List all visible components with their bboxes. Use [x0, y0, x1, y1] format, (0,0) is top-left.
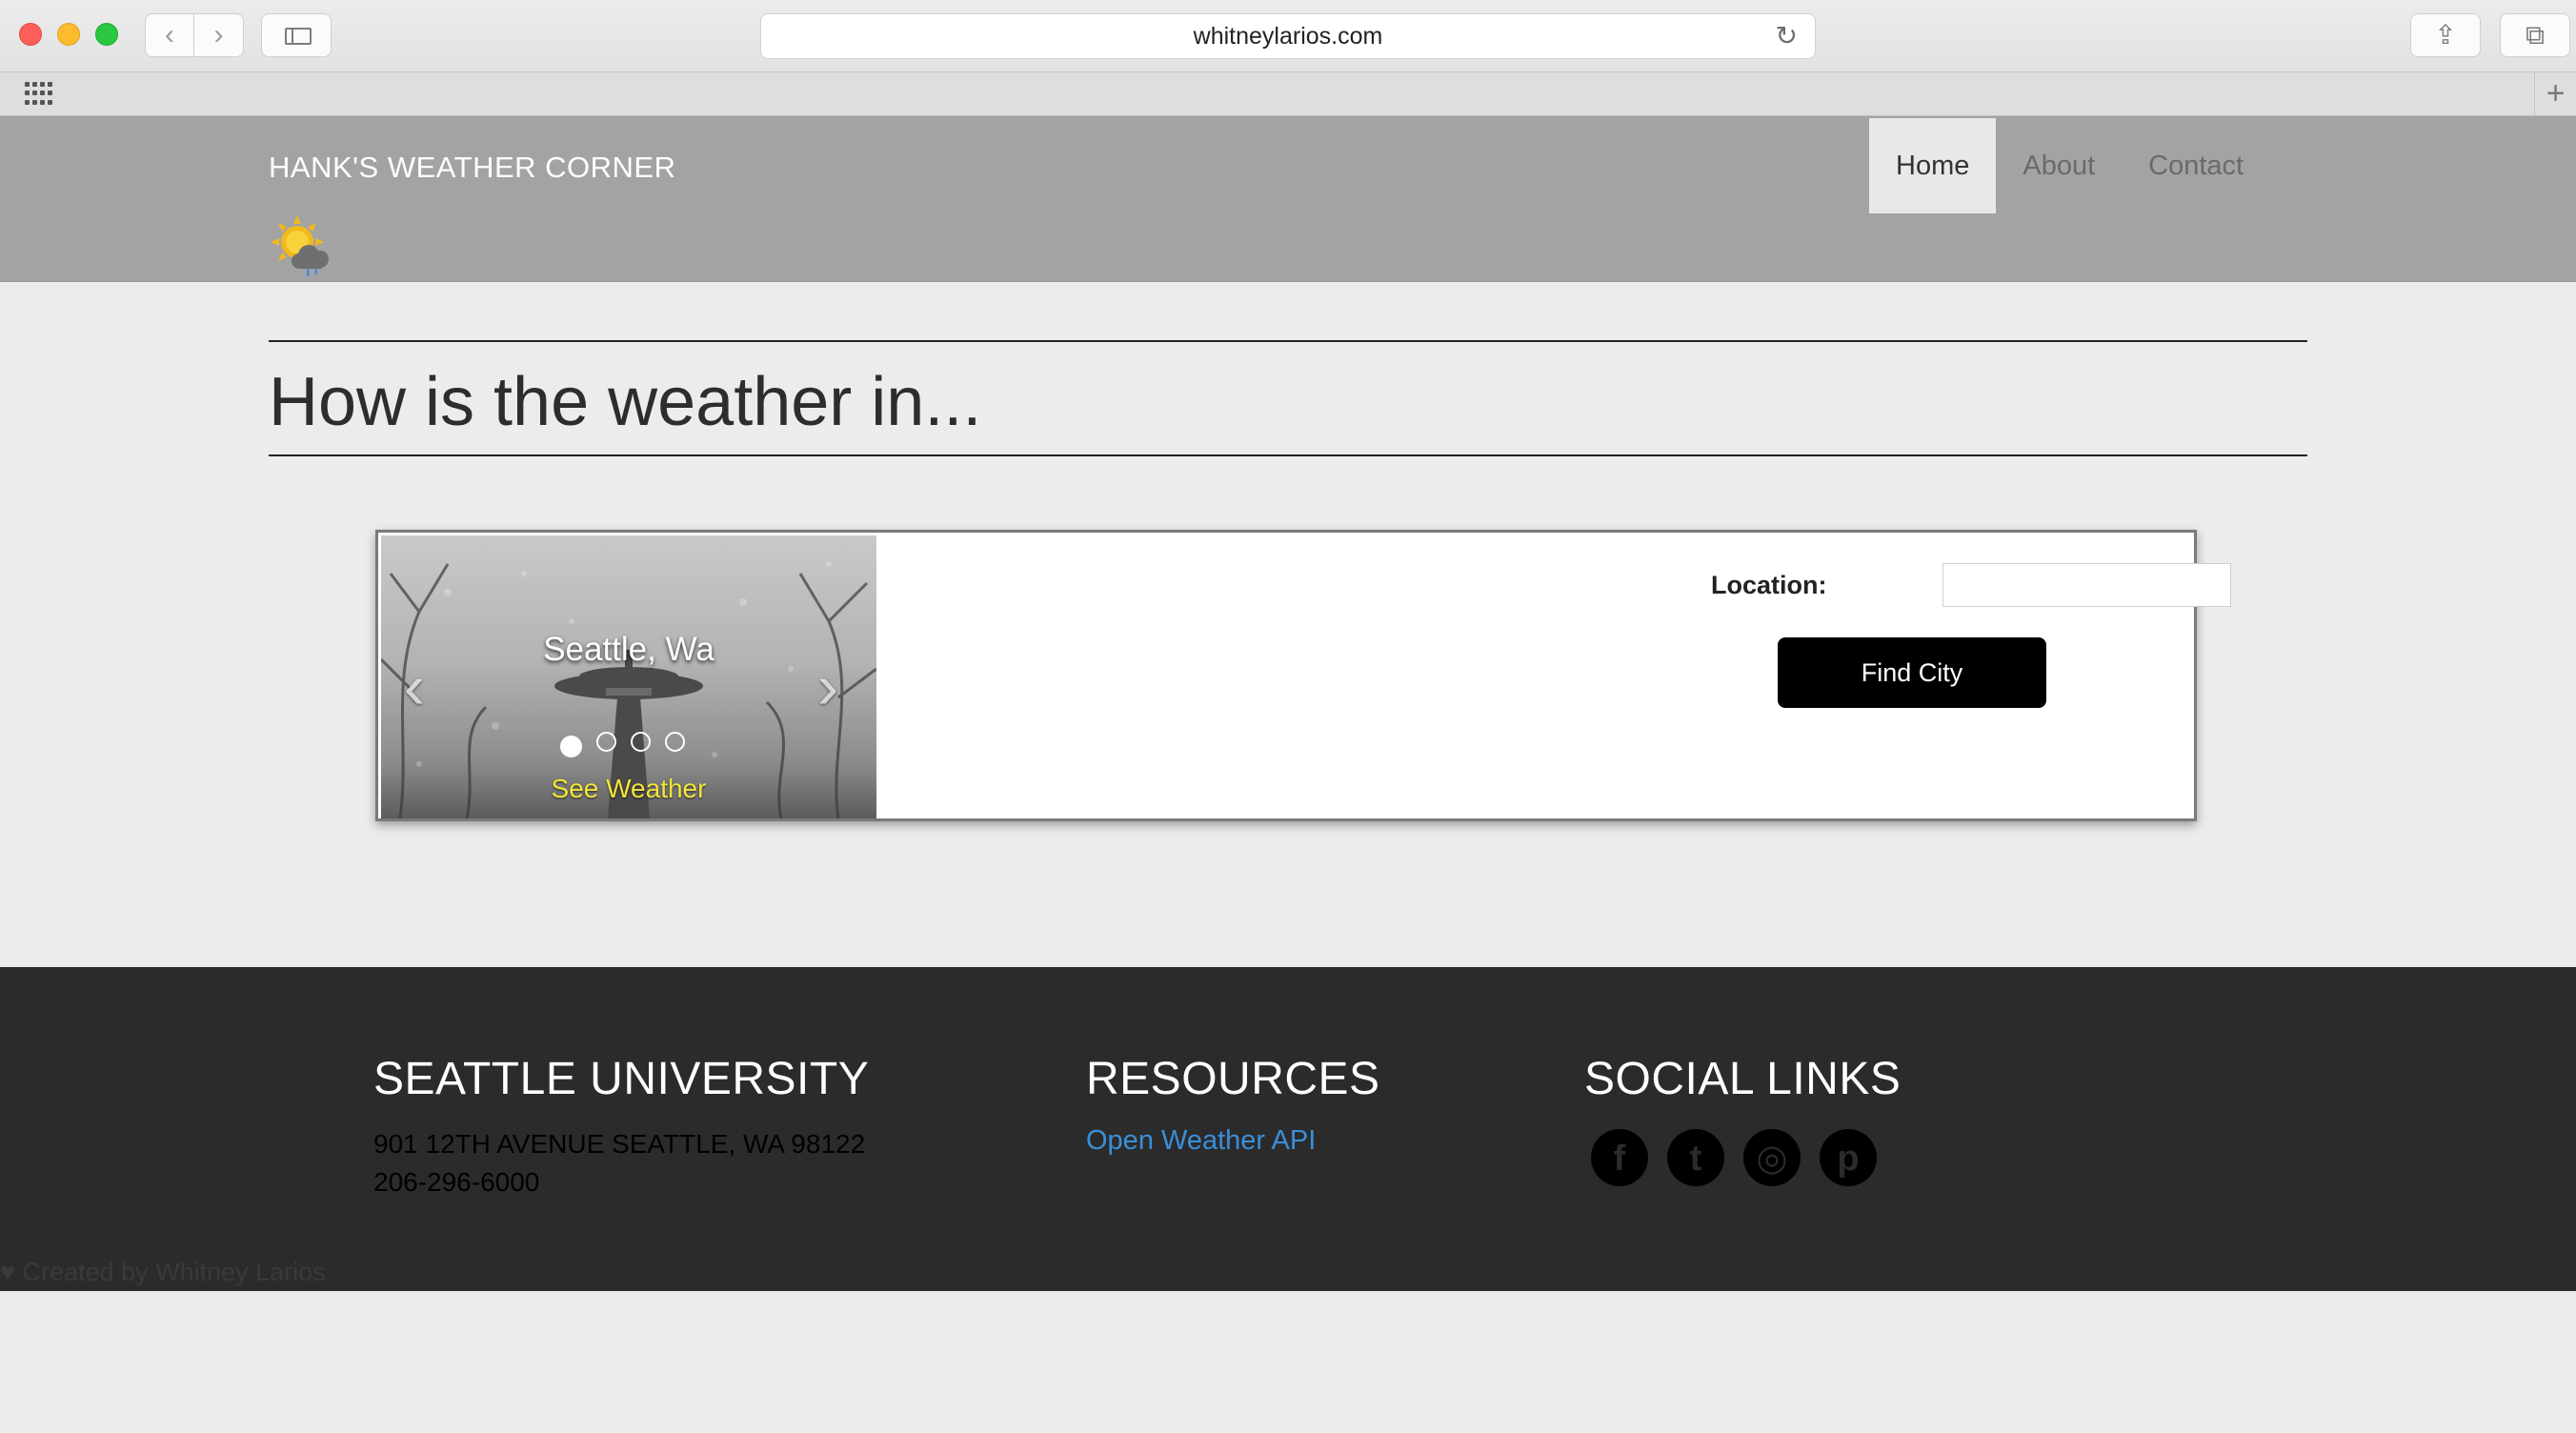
location-form: Location: Find City: [876, 533, 2231, 818]
close-window-button[interactable]: [19, 23, 42, 46]
open-weather-api-link[interactable]: Open Weather API: [1086, 1125, 1316, 1157]
chevron-left-icon: ‹: [404, 651, 425, 721]
footer-address: 901 12TH AVENUE SEATTLE, WA 98122 206-29…: [373, 1125, 865, 1201]
phone-number: 206-296-6000: [373, 1167, 540, 1197]
chevron-left-icon: ‹: [165, 19, 174, 50]
url-text: whitneylarios.com: [1193, 23, 1383, 50]
page-title: How is the weather in...: [269, 364, 982, 440]
nav-contact[interactable]: Contact: [2122, 118, 2270, 213]
new-tab-button[interactable]: +: [2534, 72, 2576, 116]
location-label: Location:: [1711, 571, 1827, 599]
forward-button[interactable]: ›: [194, 13, 244, 57]
tabs-icon: ⧉: [2526, 20, 2545, 50]
carousel-dot-2[interactable]: [596, 732, 616, 752]
share-button[interactable]: ⇪: [2410, 13, 2481, 57]
carousel-next-button[interactable]: ›: [817, 655, 838, 717]
footer-heading-social: SOCIAL LINKS: [1584, 1054, 1902, 1104]
sidebar-toggle-button[interactable]: [261, 13, 332, 57]
share-icon: ⇪: [2434, 20, 2457, 50]
minimize-window-button[interactable]: [57, 23, 80, 46]
weather-widget: Seattle, Wa ‹ › See Weather Location: Fi…: [375, 530, 2231, 821]
bookmarks-bar: +: [0, 72, 2576, 116]
nav-about[interactable]: About: [1996, 118, 2122, 213]
grid-icon[interactable]: [25, 82, 53, 107]
carousel-prev-button[interactable]: ‹: [404, 655, 425, 717]
site-footer: SEATTLE UNIVERSITY 901 12TH AVENUE SEATT…: [0, 967, 2576, 1291]
carousel-dot-4[interactable]: [665, 732, 685, 752]
carousel-indicators: [560, 732, 685, 757]
nav-home[interactable]: Home: [1869, 118, 1997, 213]
instagram-icon[interactable]: ◎: [1743, 1129, 1801, 1186]
back-button[interactable]: ‹: [145, 13, 194, 57]
find-city-button[interactable]: Find City: [1778, 637, 2046, 708]
location-input[interactable]: [1942, 563, 2231, 607]
reload-icon[interactable]: ↻: [1776, 14, 1798, 58]
main-nav: Home About Contact: [1869, 118, 2270, 213]
chevron-right-icon: ›: [817, 651, 838, 721]
footer-heading-resources: RESOURCES: [1086, 1054, 1380, 1104]
credit-label: Created by Whitney Larios: [22, 1258, 326, 1286]
site-header: HANK'S WEATHER CORNER Home About Contact: [0, 116, 2576, 282]
carousel-dot-1[interactable]: [560, 736, 582, 757]
credit-text: ♥ Created by Whitney Larios: [0, 1258, 326, 1287]
carousel-dot-3[interactable]: [631, 732, 651, 752]
address-line: 901 12TH AVENUE SEATTLE, WA 98122: [373, 1129, 866, 1159]
slide-title: Seattle, Wa: [543, 631, 714, 668]
show-tabs-button[interactable]: ⧉: [2500, 13, 2570, 57]
zoom-window-button[interactable]: [95, 23, 118, 46]
browser-toolbar: ‹ › whitneylarios.com ↻ ⇪ ⧉: [0, 0, 2576, 72]
heart-icon: ♥: [0, 1258, 16, 1286]
city-carousel: Seattle, Wa ‹ › See Weather: [381, 535, 876, 818]
sidebar-icon: [285, 28, 312, 45]
pinterest-icon[interactable]: p: [1820, 1129, 1877, 1186]
plus-icon: +: [2546, 75, 2566, 111]
chevron-right-icon: ›: [213, 19, 224, 50]
sun-cloud-icon: [271, 215, 329, 276]
facebook-icon[interactable]: f: [1591, 1129, 1648, 1186]
social-links: f t ◎ p: [1591, 1129, 1877, 1186]
twitter-icon[interactable]: t: [1667, 1129, 1724, 1186]
footer-heading-university: SEATTLE UNIVERSITY: [373, 1054, 870, 1104]
see-weather-link[interactable]: See Weather: [381, 774, 876, 804]
site-brand[interactable]: HANK'S WEATHER CORNER: [269, 151, 676, 185]
headline-section: How is the weather in...: [269, 340, 2307, 456]
address-bar[interactable]: whitneylarios.com ↻: [760, 13, 1816, 59]
